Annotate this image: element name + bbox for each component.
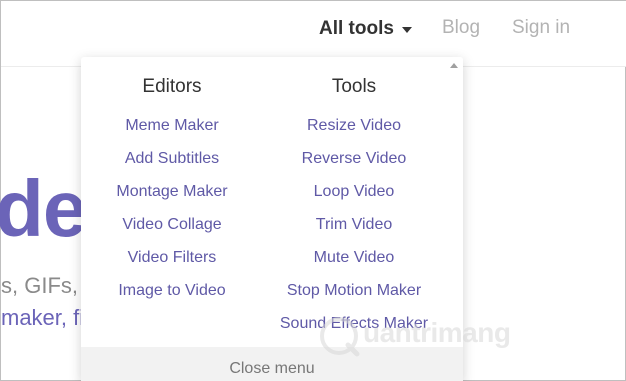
menu-item-meme-maker[interactable]: Meme Maker: [81, 109, 263, 142]
hero-heading: de: [0, 164, 87, 253]
editors-heading: Editors: [142, 76, 202, 97]
menu-item-trim-video[interactable]: Trim Video: [263, 208, 445, 241]
editors-column: Editors Meme Maker Add Subtitles Montage…: [81, 75, 263, 307]
watermark-text: uantrimang: [363, 317, 511, 348]
blog-link[interactable]: Blog: [442, 17, 480, 39]
scroll-up-arrow-icon[interactable]: [450, 63, 458, 68]
menu-item-mute-video[interactable]: Mute Video: [263, 241, 445, 274]
menu-item-loop-video[interactable]: Loop Video: [263, 175, 445, 208]
menu-item-image-to-video[interactable]: Image to Video: [81, 274, 263, 307]
hero-subtext-line2: maker, fi: [1, 305, 85, 330]
watermark-emblem-icon: [320, 317, 360, 357]
tools-column: Tools Resize Video Reverse Video Loop Vi…: [263, 75, 445, 340]
all-tools-menu-toggle[interactable]: All tools: [319, 17, 412, 41]
menu-item-reverse-video[interactable]: Reverse Video: [263, 142, 445, 175]
sign-in-link[interactable]: Sign in: [512, 17, 570, 39]
menu-item-montage-maker[interactable]: Montage Maker: [81, 175, 263, 208]
dropdown-scrollbar[interactable]: [445, 57, 463, 347]
all-tools-label: All tools: [319, 18, 394, 39]
menu-item-resize-video[interactable]: Resize Video: [263, 109, 445, 142]
menu-item-video-collage[interactable]: Video Collage: [81, 208, 263, 241]
tools-heading: Tools: [331, 76, 377, 97]
menu-item-add-subtitles[interactable]: Add Subtitles: [81, 142, 263, 175]
watermark-logo: uantrimang: [319, 315, 564, 357]
menu-item-video-filters[interactable]: Video Filters: [81, 241, 263, 274]
menu-item-stop-motion-maker[interactable]: Stop Motion Maker: [263, 274, 445, 307]
caret-down-icon: [401, 27, 412, 33]
